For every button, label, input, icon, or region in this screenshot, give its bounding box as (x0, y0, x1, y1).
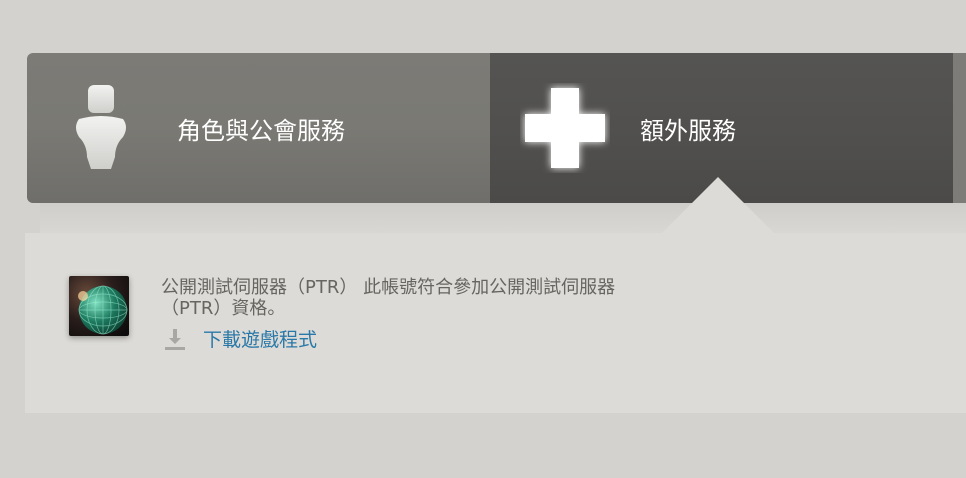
tab-label: 角色與公會服務 (177, 117, 345, 145)
tab-edge (953, 53, 966, 203)
globe-game-icon (69, 276, 129, 336)
plus-icon (525, 88, 605, 168)
download-icon (165, 328, 185, 350)
panel-shadow (40, 203, 966, 233)
download-game-client[interactable]: 下載遊戲程式 (163, 325, 317, 352)
ptr-description: 公開測試伺服器（PTR） 此帳號符合參加公開測試伺服器（PTR）資格。 (161, 277, 616, 319)
tab-character-guild-services[interactable]: 角色與公會服務 (27, 53, 490, 203)
download-link[interactable]: 下載遊戲程式 (203, 325, 317, 352)
tab-label: 額外服務 (640, 117, 736, 145)
additional-services-panel: 公開測試伺服器（PTR） 此帳號符合參加公開測試伺服器（PTR）資格。 下載遊戲… (25, 233, 966, 413)
service-tabs: 角色與公會服務 額外服務 (27, 53, 966, 203)
active-tab-pointer (662, 177, 774, 233)
person-icon (76, 85, 126, 169)
